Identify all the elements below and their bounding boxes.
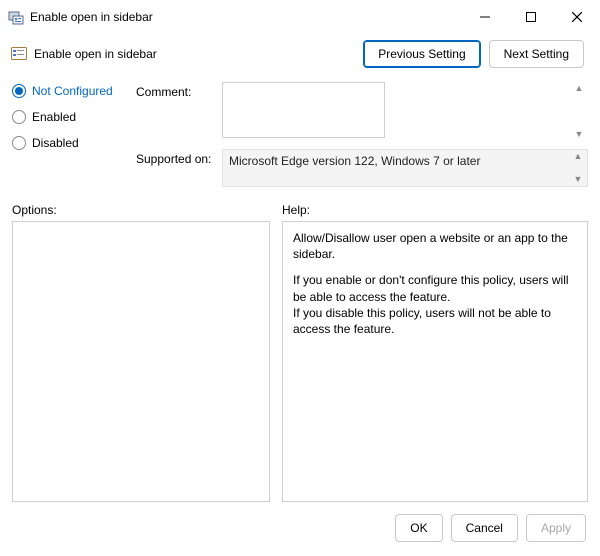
maximize-button[interactable] (508, 0, 554, 34)
radio-dot-icon (12, 84, 26, 98)
options-panel (12, 221, 270, 502)
help-label: Help: (282, 203, 310, 217)
supported-on-text: Microsoft Edge version 122, Windows 7 or… (229, 154, 480, 168)
window-controls (462, 0, 600, 34)
radio-label: Not Configured (32, 84, 113, 98)
subheader: Enable open in sidebar Previous Setting … (0, 34, 600, 78)
minimize-button[interactable] (462, 0, 508, 34)
radio-not-configured[interactable]: Not Configured (12, 84, 124, 98)
radio-label: Disabled (32, 136, 79, 150)
scroll-arrows: ▲ ▼ (571, 152, 585, 184)
titlebar: Enable open in sidebar (0, 0, 600, 34)
ok-button[interactable]: OK (395, 514, 442, 542)
next-setting-button[interactable]: Next Setting (489, 40, 584, 68)
supported-on-box: Microsoft Edge version 122, Windows 7 or… (222, 149, 588, 187)
help-text-line: If you disable this policy, users will n… (293, 305, 577, 337)
close-button[interactable] (554, 0, 600, 34)
cancel-button[interactable]: Cancel (451, 514, 518, 542)
panels-row: Allow/Disallow user open a website or an… (0, 221, 600, 502)
options-label: Options: (12, 203, 270, 217)
scroll-arrows: ▲ ▼ (572, 84, 586, 139)
scroll-down-icon[interactable]: ▼ (572, 130, 586, 139)
radio-enabled[interactable]: Enabled (12, 110, 124, 124)
previous-setting-button[interactable]: Previous Setting (363, 40, 480, 68)
panel-labels: Options: Help: (0, 189, 600, 221)
scroll-up-icon[interactable]: ▲ (571, 152, 585, 161)
policy-dialog: Enable open in sidebar Enable open in si… (0, 0, 600, 556)
radio-label: Enabled (32, 110, 76, 124)
supported-label: Supported on: (136, 149, 214, 187)
supported-field: Supported on: Microsoft Edge version 122… (136, 149, 588, 187)
comment-input[interactable] (222, 82, 385, 138)
scroll-up-icon[interactable]: ▲ (572, 84, 586, 93)
comment-label: Comment: (136, 82, 214, 141)
apply-button[interactable]: Apply (526, 514, 586, 542)
policy-icon (10, 45, 28, 63)
radio-disabled[interactable]: Disabled (12, 136, 124, 150)
window-title: Enable open in sidebar (30, 10, 462, 24)
help-text-line: Allow/Disallow user open a website or an… (293, 230, 577, 262)
config-row: Not Configured Enabled Disabled Comment:… (0, 78, 600, 189)
comment-field: Comment: ▲ ▼ (136, 82, 588, 141)
help-panel: Allow/Disallow user open a website or an… (282, 221, 588, 502)
radio-dot-icon (12, 136, 26, 150)
radio-dot-icon (12, 110, 26, 124)
help-text-line: If you enable or don't configure this po… (293, 272, 577, 304)
scroll-down-icon[interactable]: ▼ (571, 175, 585, 184)
right-column: Comment: ▲ ▼ Supported on: Microsoft Edg… (136, 82, 588, 187)
state-radio-group: Not Configured Enabled Disabled (12, 82, 124, 187)
policy-title: Enable open in sidebar (34, 47, 363, 61)
nav-buttons: Previous Setting Next Setting (363, 40, 584, 68)
policy-title-icon (8, 9, 24, 25)
footer: OK Cancel Apply (0, 502, 600, 556)
